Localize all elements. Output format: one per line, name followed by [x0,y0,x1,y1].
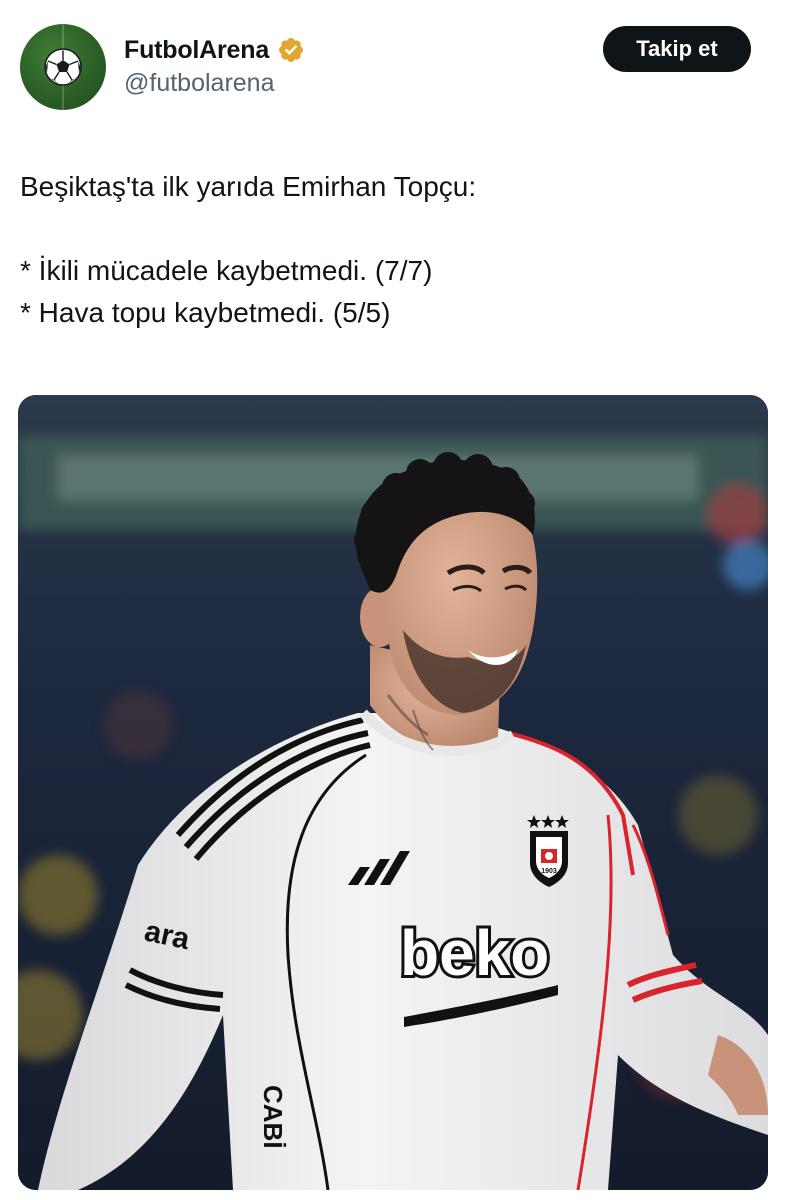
display-name-row: FutbolArena [124,34,305,66]
crest-year: 1903 [541,868,557,875]
follow-button[interactable]: Takip et [603,26,751,72]
verified-badge-icon[interactable] [277,36,305,64]
player-photo: 1903 beko beko ara CABİ [18,395,768,1190]
tweet-header: FutbolArena @futbolarena Takip et [20,24,766,110]
tweet-text: Beşiktaş'ta ilk yarıda Emirhan Topçu: * … [20,166,760,334]
tweet-line-headline: Beşiktaş'ta ilk yarıda Emirhan Topçu: [20,171,477,202]
account-names: FutbolArena @futbolarena [124,34,305,98]
display-name[interactable]: FutbolArena [124,36,269,65]
tweet-line-duels: * İkili mücadele kaybetmedi. (7/7) [20,255,433,286]
sponsor-text: beko [400,917,549,989]
handle[interactable]: @futbolarena [124,69,305,98]
tweet-line-aerials: * Hava topu kaybetmedi. (5/5) [20,297,391,328]
tweet-media-photo[interactable]: 1903 beko beko ara CABİ [18,395,768,1190]
soccer-ball-icon [44,48,82,86]
side-text: CABİ [258,1085,288,1149]
avatar[interactable] [20,24,106,110]
